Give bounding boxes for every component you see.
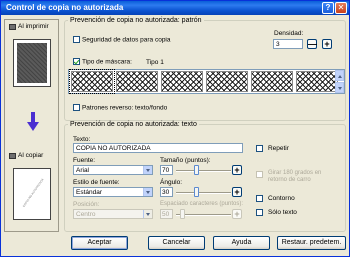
mask-type-value: Tipo 1 (146, 59, 164, 66)
watermark-sample-text: COPIA NO AUTORIZADA (21, 177, 45, 209)
mask-pattern-4[interactable] (206, 71, 248, 92)
pattern-group: Prevención de copia no autorizada: patró… (64, 17, 346, 121)
text-only-checkbox[interactable] (256, 209, 263, 216)
spacing-increase-button[interactable]: + (232, 209, 242, 219)
density-label: Densidad: (274, 30, 304, 37)
angle-slider-thumb[interactable] (194, 187, 199, 197)
help-button[interactable]: Ayuda (213, 236, 270, 250)
rotate-checkbox-row[interactable]: Girar 180 grados en retorno de carro (256, 170, 340, 184)
angle-slider[interactable] (176, 187, 231, 197)
ok-button[interactable]: Aceptar (71, 236, 128, 250)
font-select[interactable]: Arial (73, 165, 153, 175)
copy-label: Al copiar (18, 152, 44, 159)
repeat-checkbox-label: Repetir (267, 145, 289, 153)
scroll-down-button[interactable] (335, 82, 344, 93)
text-group-legend: Prevención de copia no autorizada: texto (70, 121, 197, 128)
spacing-slider-thumb[interactable] (180, 209, 185, 219)
security-checkbox-row[interactable]: Seguridad de datos para copia (73, 36, 171, 43)
copier-icon (9, 152, 16, 159)
restore-defaults-button[interactable]: Restaur. predetem. (277, 236, 346, 250)
style-select[interactable]: Estándar (73, 187, 153, 197)
close-title-button[interactable]: ✕ (335, 2, 347, 14)
size-label: Tamaño (puntos): (160, 157, 211, 164)
security-checkbox-label: Seguridad de datos para copia (81, 36, 171, 44)
size-slider[interactable] (176, 165, 231, 175)
position-select-value: Centro (76, 211, 96, 218)
print-preview-thumbnail (13, 39, 51, 87)
mask-pattern-1[interactable] (69, 69, 115, 94)
window-title: Control de copia no autorizada (6, 3, 124, 12)
copy-preview[interactable]: Al copiar COPIA NO AUTORIZADA (9, 152, 55, 220)
density-value: 3 (276, 41, 280, 48)
spacing-field[interactable]: 50 (160, 209, 173, 219)
pattern-group-legend: Prevención de copia no autorizada: patró… (70, 17, 202, 24)
size-slider-thumb[interactable] (194, 165, 199, 175)
outline-checkbox-row[interactable]: Contorno (256, 195, 295, 202)
mask-pattern-list[interactable] (68, 69, 345, 94)
density-field[interactable]: 3 (273, 39, 303, 49)
help-title-button[interactable]: ? (322, 2, 334, 14)
outline-checkbox[interactable] (256, 195, 263, 202)
size-field[interactable]: 70 (160, 165, 173, 175)
cancel-button[interactable]: Cancelar (148, 236, 205, 250)
text-label: Texto: (73, 136, 91, 143)
rotate180-checkbox-label: Girar 180 grados en retorno de carro (268, 170, 322, 183)
font-label: Fuente: (73, 157, 96, 164)
density-increase-button[interactable]: + (322, 39, 332, 49)
print-preview[interactable]: Al imprimir (9, 23, 55, 87)
copy-preview-thumbnail: COPIA NO AUTORIZADA (13, 168, 51, 220)
spacing-label: Espaciado caracteres (puntos): (160, 201, 244, 207)
angle-value: 30 (162, 189, 170, 196)
repeat-checkbox-row[interactable]: Repetir (256, 145, 289, 152)
repeat-checkbox[interactable] (256, 145, 263, 152)
reverse-checkbox-label: Patrones reverso: texto/fondo (81, 104, 168, 112)
mask-checkbox-row[interactable]: Tipo de máscara: (73, 58, 132, 65)
outline-checkbox-label: Contorno (267, 195, 295, 203)
printer-icon (9, 23, 16, 30)
title-bar: Control de copia no autorizada ? ✕ (1, 1, 349, 15)
chevron-down-icon (143, 210, 152, 218)
style-select-value: Estándar (76, 189, 103, 196)
position-label: Posición: (73, 201, 100, 208)
text-input[interactable]: COPIA NO AUTORIZADA (73, 143, 243, 153)
spacing-slider[interactable] (176, 209, 231, 219)
rotate180-checkbox[interactable] (256, 171, 263, 178)
style-label: Estilo de fuente: (73, 179, 120, 186)
text-only-checkbox-label: Sólo texto (267, 209, 297, 217)
mask-pattern-6[interactable] (296, 71, 338, 92)
angle-field[interactable]: 30 (160, 187, 173, 197)
mask-pattern-3[interactable] (161, 71, 203, 92)
mask-checkbox[interactable] (73, 58, 80, 65)
print-label: Al imprimir (18, 23, 49, 30)
angle-increase-button[interactable]: + (232, 187, 242, 197)
mask-pattern-2[interactable] (116, 71, 158, 92)
reverse-checkbox[interactable] (73, 104, 80, 111)
text-only-checkbox-row[interactable]: Sólo texto (256, 209, 297, 216)
text-group: Prevención de copia no autorizada: texto… (64, 121, 346, 232)
security-checkbox[interactable] (73, 36, 80, 43)
position-select[interactable]: Centro (73, 209, 153, 219)
chevron-down-icon (143, 188, 152, 196)
chevron-down-icon (143, 166, 152, 174)
size-value: 70 (162, 167, 170, 174)
reverse-checkbox-row[interactable]: Patrones reverso: texto/fondo (73, 104, 167, 111)
angle-label: Ángulo: (160, 179, 183, 186)
spacing-value: 50 (162, 211, 170, 218)
density-decrease-button[interactable]: — (307, 39, 317, 49)
arrow-down-icon (27, 112, 39, 131)
text-input-value: COPIA NO AUTORIZADA (76, 145, 151, 152)
mask-checkbox-label: Tipo de máscara: (81, 58, 132, 66)
mask-pattern-5[interactable] (251, 71, 293, 92)
dialog-window: Control de copia no autorizada ? ✕ Al im… (0, 0, 350, 257)
preview-sidebar: Al imprimir Al copiar COPIA NO AUTORIZAD… (4, 19, 59, 232)
scroll-up-button[interactable] (335, 70, 344, 81)
font-select-value: Arial (76, 167, 90, 174)
size-increase-button[interactable]: + (232, 165, 242, 175)
